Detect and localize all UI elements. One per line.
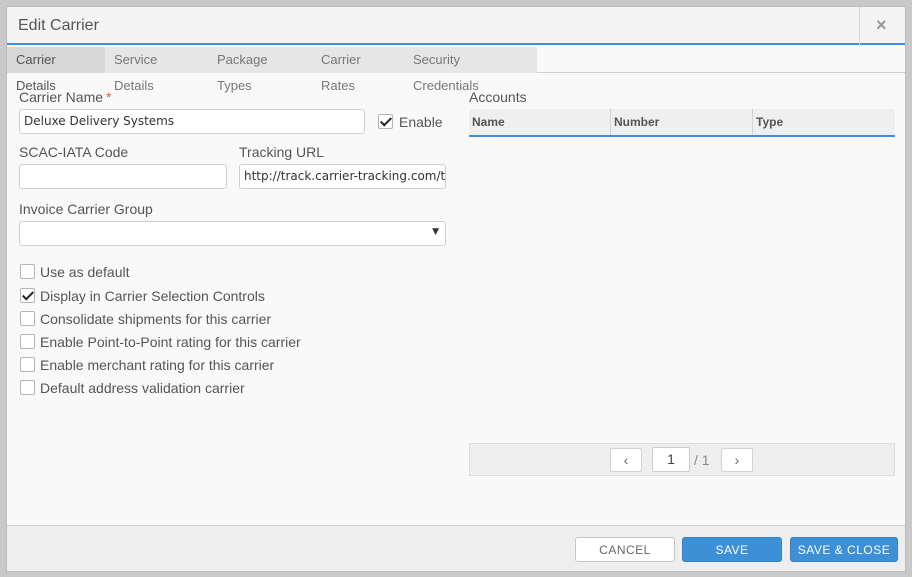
use-as-default-checkbox[interactable] xyxy=(20,264,35,279)
accounts-title: Accounts xyxy=(469,89,527,105)
enable-checkbox[interactable] xyxy=(378,114,393,129)
carrier-name-label: Carrier Name * xyxy=(19,89,111,105)
point-to-point-checkbox[interactable] xyxy=(20,334,35,349)
carrier-name-label-text: Carrier Name xyxy=(19,89,104,105)
display-in-selection-label: Display in Carrier Selection Controls xyxy=(40,288,265,304)
column-header-number[interactable]: Number xyxy=(611,109,753,135)
close-icon: × xyxy=(876,15,887,35)
tab-carrier-rates[interactable]: Carrier Rates xyxy=(312,47,404,93)
consolidate-shipments-checkbox[interactable] xyxy=(20,311,35,326)
page-total: / 1 xyxy=(694,452,710,468)
tab-package-types[interactable]: Package Types xyxy=(208,47,312,93)
chevron-right-icon: › xyxy=(734,452,740,468)
edit-carrier-dialog: Edit Carrier × Carrier Details Service D… xyxy=(6,6,906,572)
carrier-name-input[interactable]: Deluxe Delivery Systems xyxy=(19,109,365,134)
invoice-group-label: Invoice Carrier Group xyxy=(19,201,153,217)
dialog-footer: CANCEL SAVE SAVE & CLOSE xyxy=(7,525,905,571)
cancel-button[interactable]: CANCEL xyxy=(575,537,675,562)
close-button[interactable]: × xyxy=(859,7,905,45)
save-close-button[interactable]: SAVE & CLOSE xyxy=(790,537,898,562)
tab-carrier-details[interactable]: Carrier Details xyxy=(7,47,105,93)
dialog-titlebar: Edit Carrier × xyxy=(7,7,905,45)
tab-security-credentials[interactable]: Security Credentials xyxy=(404,47,537,93)
consolidate-shipments-label: Consolidate shipments for this carrier xyxy=(40,311,272,327)
address-validation-label: Default address validation carrier xyxy=(40,380,245,396)
page-number-input[interactable]: 1 xyxy=(652,447,690,472)
address-validation-checkbox[interactable] xyxy=(20,380,35,395)
tracking-url-label: Tracking URL xyxy=(239,144,325,160)
scac-label: SCAC-IATA Code xyxy=(19,144,129,160)
accounts-pager: ‹ 1 / 1 › xyxy=(469,443,895,476)
enable-label: Enable xyxy=(399,114,443,130)
chevron-left-icon: ‹ xyxy=(623,452,629,468)
tab-bar: Carrier Details Service Details Package … xyxy=(7,47,905,93)
point-to-point-label: Enable Point-to-Point rating for this ca… xyxy=(40,334,301,350)
tracking-url-input[interactable]: http://track.carrier-tracking.com/tra xyxy=(239,164,446,189)
merchant-rating-checkbox[interactable] xyxy=(20,357,35,372)
prev-page-button[interactable]: ‹ xyxy=(610,448,642,472)
scac-input[interactable] xyxy=(19,164,227,189)
column-header-name[interactable]: Name xyxy=(469,109,611,135)
display-in-selection-checkbox[interactable] xyxy=(20,288,35,303)
merchant-rating-label: Enable merchant rating for this carrier xyxy=(40,357,275,373)
column-header-type[interactable]: Type xyxy=(753,109,895,135)
dialog-title: Edit Carrier xyxy=(18,17,99,34)
save-button[interactable]: SAVE xyxy=(682,537,782,562)
next-page-button[interactable]: › xyxy=(721,448,753,472)
dropdown-arrow-icon: ▼ xyxy=(432,227,439,237)
required-marker: * xyxy=(106,89,112,105)
use-as-default-label: Use as default xyxy=(40,264,130,280)
accounts-grid-header: Name Number Type xyxy=(469,109,895,137)
invoice-group-select[interactable]: ▼ xyxy=(19,221,446,246)
tab-service-details[interactable]: Service Details xyxy=(105,47,208,93)
